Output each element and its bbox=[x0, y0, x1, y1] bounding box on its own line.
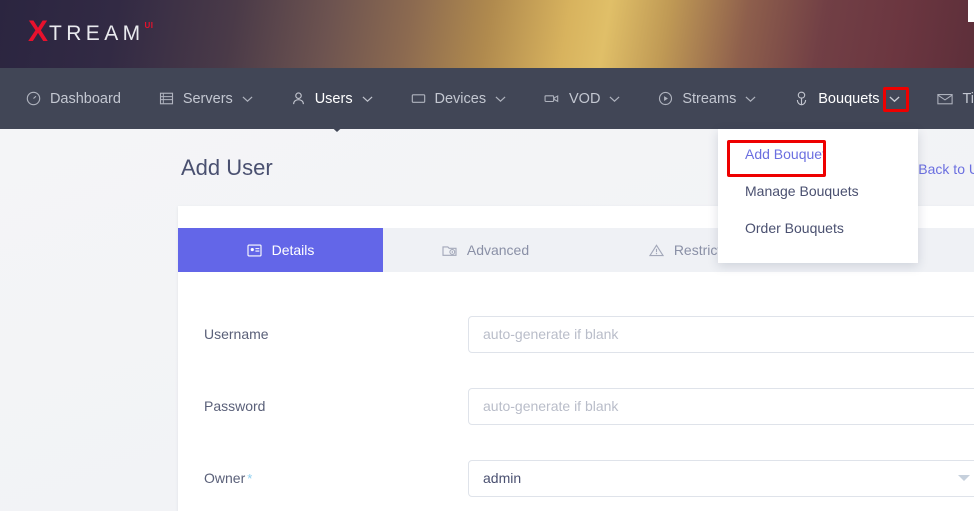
control-owner: admin bbox=[468, 459, 974, 497]
tab-label-advanced: Advanced bbox=[466, 242, 530, 258]
menu-item-order-bouquets[interactable]: Order Bouquets bbox=[718, 209, 918, 246]
owner-select[interactable]: admin bbox=[468, 459, 974, 497]
label-text-owner: Owner bbox=[204, 470, 246, 486]
label-text-password: Password bbox=[204, 398, 266, 414]
mail-icon bbox=[937, 92, 954, 106]
nav-item-vod[interactable]: VOD bbox=[544, 68, 620, 129]
nav-label-dashboard: Dashboard bbox=[49, 90, 121, 107]
nav-item-tickets[interactable]: Ti bbox=[937, 68, 974, 129]
video-icon bbox=[544, 91, 560, 106]
gauge-icon bbox=[26, 91, 41, 106]
brand-header: X TREAM UI bbox=[0, 0, 974, 68]
label-text-username: Username bbox=[204, 326, 269, 342]
nav-label-users: Users bbox=[314, 90, 353, 107]
owner-select-wrapper: admin bbox=[468, 459, 974, 497]
nav-label-vod: VOD bbox=[569, 90, 601, 107]
logo-superscript: UI bbox=[144, 21, 154, 30]
required-marker-owner: * bbox=[247, 471, 253, 486]
bouquet-icon bbox=[794, 91, 809, 107]
chevron-down-icon-owner[interactable] bbox=[958, 475, 970, 481]
nav-item-devices[interactable]: Devices bbox=[411, 68, 507, 129]
form-row-owner: Owner * admin bbox=[178, 442, 974, 511]
back-to-users-link[interactable]: Back to Us bbox=[918, 161, 974, 177]
form-row-username: Username bbox=[178, 298, 974, 370]
nav-item-streams[interactable]: Streams bbox=[658, 68, 756, 129]
nav-label-servers: Servers bbox=[182, 90, 233, 107]
chevron-down-icon-servers[interactable] bbox=[242, 91, 253, 107]
user-icon bbox=[291, 91, 306, 106]
nav-item-users[interactable]: Users bbox=[291, 68, 373, 129]
chevron-down-icon-streams[interactable] bbox=[745, 91, 756, 107]
page-title: Add User bbox=[181, 155, 273, 180]
username-input[interactable] bbox=[468, 315, 974, 353]
control-password bbox=[468, 387, 974, 425]
menu-label-order-bouquets: Order Bouquets bbox=[745, 219, 844, 236]
chevron-down-icon-vod[interactable] bbox=[609, 91, 620, 107]
nav-item-bouquets[interactable]: Bouquets bbox=[794, 68, 900, 129]
server-icon bbox=[159, 91, 174, 106]
menu-label-manage-bouquets: Manage Bouquets bbox=[745, 182, 859, 199]
warning-icon bbox=[648, 243, 664, 257]
id-card-icon bbox=[247, 244, 262, 257]
menu-label-add-bouquet: Add Bouquet bbox=[745, 145, 826, 162]
nav-label-devices: Devices bbox=[434, 90, 487, 107]
tab-label-details: Details bbox=[271, 242, 315, 258]
label-owner: Owner * bbox=[178, 470, 468, 486]
app-root: X TREAM UI Dashboard Servers Users Devic… bbox=[0, 0, 974, 511]
chevron-down-icon-devices[interactable] bbox=[495, 91, 506, 107]
label-username: Username bbox=[178, 326, 468, 342]
owner-select-value: admin bbox=[483, 470, 522, 486]
nav-label-streams: Streams bbox=[682, 90, 737, 107]
nav-item-servers[interactable]: Servers bbox=[159, 68, 253, 129]
nav-label-bouquets: Bouquets bbox=[818, 90, 880, 107]
main-navigation: Dashboard Servers Users Devices VOD Stre… bbox=[0, 68, 974, 129]
folder-info-icon bbox=[442, 244, 457, 257]
logo-x-mark: X bbox=[28, 15, 49, 48]
tab-details[interactable]: Details bbox=[178, 228, 383, 272]
password-input[interactable] bbox=[468, 387, 974, 425]
bouquets-dropdown-menu: Add Bouquet Manage Bouquets Order Bouque… bbox=[718, 129, 918, 263]
active-nav-pointer bbox=[326, 122, 348, 132]
add-user-form: Username Password Owner* bbox=[178, 272, 974, 511]
xtream-logo[interactable]: X TREAM UI bbox=[28, 17, 154, 47]
tab-advanced[interactable]: Advanced bbox=[383, 228, 588, 272]
nav-item-dashboard[interactable]: Dashboard bbox=[26, 68, 121, 129]
menu-item-add-bouquet[interactable]: Add Bouquet bbox=[718, 135, 918, 172]
form-row-password: Password bbox=[178, 370, 974, 442]
menu-item-manage-bouquets[interactable]: Manage Bouquets bbox=[718, 172, 918, 209]
chevron-down-icon-users[interactable] bbox=[362, 91, 373, 107]
device-icon bbox=[411, 91, 426, 106]
play-icon bbox=[658, 91, 673, 106]
control-username bbox=[468, 315, 974, 353]
label-password: Password bbox=[178, 398, 468, 414]
nav-label-tickets: Ti bbox=[962, 90, 974, 107]
chevron-down-icon-bouquets[interactable] bbox=[889, 91, 900, 107]
logo-wordmark: TREAM bbox=[49, 22, 145, 45]
